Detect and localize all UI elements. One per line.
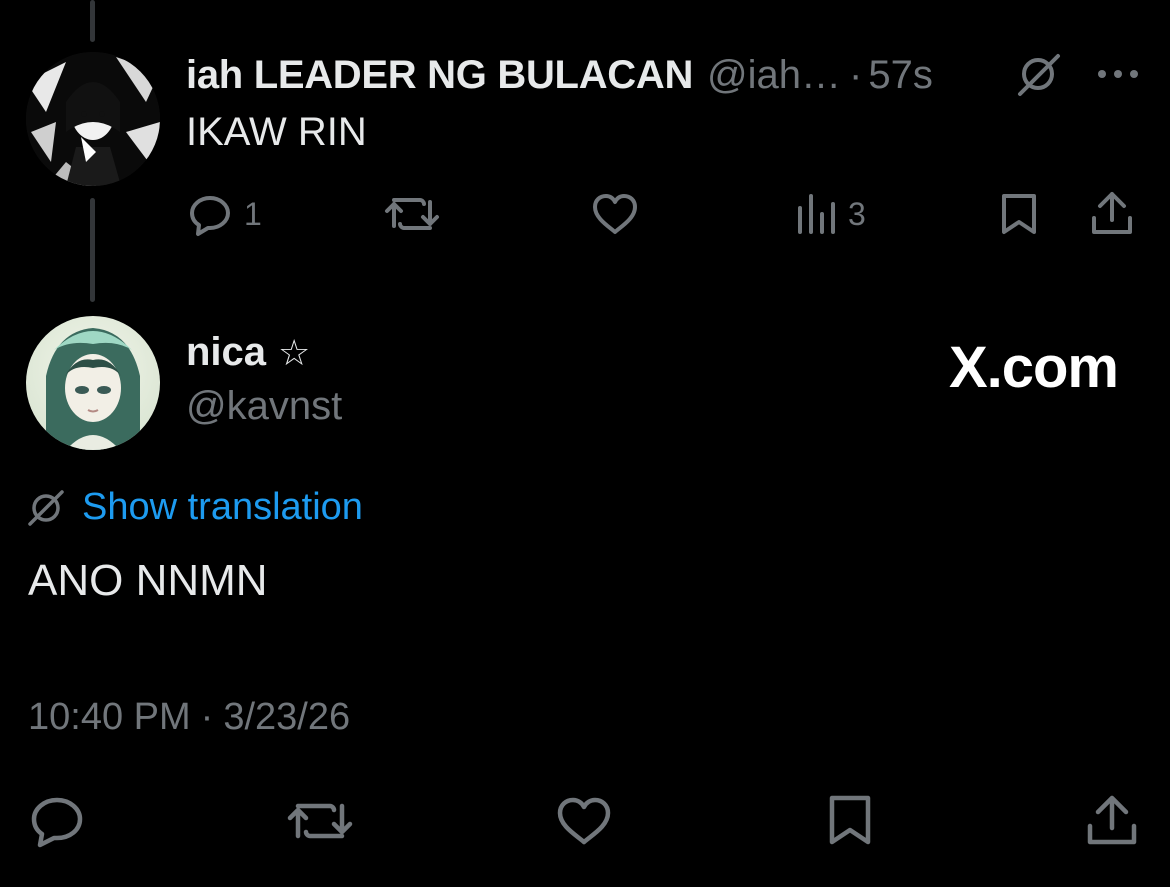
bookmark-icon <box>1002 194 1036 234</box>
reply-icon <box>190 196 230 236</box>
more-icon[interactable] <box>1094 62 1142 86</box>
meta-separator: · <box>200 696 214 738</box>
like-icon <box>593 194 637 234</box>
parent-time-ago[interactable]: 57s <box>868 53 933 98</box>
parent-share-button[interactable] <box>1088 188 1136 238</box>
main-handle[interactable]: @kavnst <box>186 384 342 429</box>
parent-avatar[interactable] <box>26 52 160 186</box>
parent-like-button[interactable] <box>590 190 640 238</box>
parent-handle[interactable]: @iah… <box>707 53 841 98</box>
x-watermark: X.com <box>948 335 1119 400</box>
parent-retweet-button[interactable] <box>384 190 440 238</box>
parent-tweet-text: IKAW RIN <box>186 110 367 154</box>
parent-separator: · <box>849 52 863 97</box>
parent-display-name[interactable]: iah LEADER NG BULACAN <box>186 53 693 98</box>
grok-icon[interactable] <box>1014 50 1062 98</box>
thread-line-bottom <box>90 198 95 302</box>
parent-reply-count: 1 <box>244 195 262 232</box>
like-icon <box>557 797 611 845</box>
translate-icon <box>28 489 64 526</box>
views-icon <box>798 194 835 234</box>
main-avatar[interactable] <box>26 316 160 450</box>
share-icon <box>1092 192 1132 234</box>
parent-views-count: 3 <box>848 195 866 232</box>
parent-views-button[interactable]: 3 <box>796 190 866 238</box>
tweet-date: 3/23/26 <box>223 696 351 738</box>
main-tweet-timestamp[interactable]: 10:40 PM · 3/23/26 <box>28 696 350 739</box>
parent-reply-button[interactable]: 1 <box>186 190 262 238</box>
name-emoji: ☆ <box>278 331 311 373</box>
tweet-time: 10:40 PM <box>28 696 191 738</box>
main-reply-button[interactable] <box>28 794 86 848</box>
reply-icon <box>31 797 83 848</box>
main-retweet-button[interactable] <box>286 794 354 848</box>
main-share-button[interactable] <box>1084 792 1140 848</box>
parent-bookmark-button[interactable] <box>998 190 1040 238</box>
retweet-icon <box>287 803 353 839</box>
share-icon <box>1087 795 1137 845</box>
show-translation-link[interactable]: Show translation <box>82 486 363 529</box>
show-translation-row[interactable]: Show translation <box>26 486 363 529</box>
main-tweet-text: ANO NNMN <box>28 556 268 605</box>
parent-tweet-header: iah LEADER NG BULACAN @iah… · 57s <box>186 50 933 100</box>
retweet-icon <box>385 198 439 230</box>
main-bookmark-button[interactable] <box>824 792 876 848</box>
bookmark-icon <box>829 795 871 845</box>
main-display-name-row[interactable]: nica ☆ <box>186 330 310 375</box>
main-like-button[interactable] <box>554 794 614 848</box>
thread-line-top <box>90 0 95 42</box>
main-display-name[interactable]: nica <box>186 330 266 375</box>
